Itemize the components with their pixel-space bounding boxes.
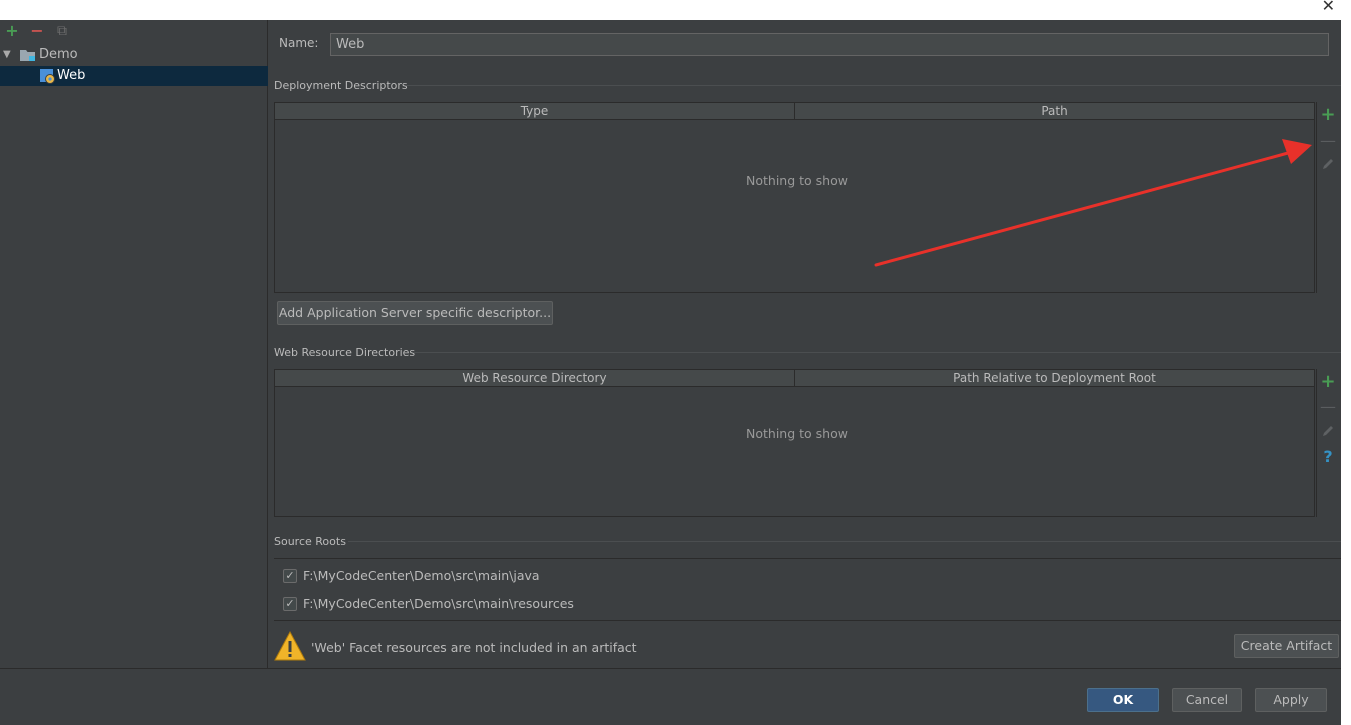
edit-descriptor-icon[interactable] bbox=[1320, 157, 1336, 173]
warning-icon bbox=[274, 630, 306, 665]
warning-text: 'Web' Facet resources are not included i… bbox=[311, 640, 637, 655]
footer-divider bbox=[0, 668, 1341, 669]
copy-icon[interactable]: ⧉ bbox=[54, 23, 70, 39]
section-divider bbox=[348, 541, 1341, 542]
help-icon[interactable]: ? bbox=[1320, 449, 1336, 465]
close-icon[interactable]: ✕ bbox=[1322, 0, 1335, 14]
add-server-descriptor-button[interactable]: Add Application Server specific descript… bbox=[277, 301, 553, 325]
create-artifact-button[interactable]: Create Artifact bbox=[1234, 634, 1339, 658]
tree-item-web[interactable]: Web bbox=[0, 66, 268, 86]
deployment-table-header: Type Path bbox=[275, 103, 1314, 120]
deployment-descriptors-table[interactable] bbox=[274, 102, 1315, 293]
source-root-checkbox[interactable]: ✓ bbox=[283, 597, 297, 611]
apply-button[interactable]: Apply bbox=[1255, 688, 1327, 712]
empty-state-text: Nothing to show bbox=[746, 173, 848, 188]
source-root-path: F:\MyCodeCenter\Demo\src\main\resources bbox=[303, 596, 574, 611]
column-path-relative[interactable]: Path Relative to Deployment Root bbox=[795, 370, 1314, 387]
add-descriptor-icon[interactable]: + bbox=[1320, 106, 1336, 124]
tree-item-label: Web bbox=[57, 68, 86, 83]
column-web-resource-directory[interactable]: Web Resource Directory bbox=[275, 370, 794, 387]
web-facet-icon bbox=[40, 69, 55, 91]
window-edge bbox=[1341, 20, 1351, 725]
source-roots-title: Source Roots bbox=[274, 535, 346, 548]
remove-descriptor-icon[interactable]: — bbox=[1320, 133, 1336, 149]
left-panel: + − ⧉ ▼ Demo Web bbox=[0, 20, 268, 668]
cancel-button[interactable]: Cancel bbox=[1172, 688, 1242, 712]
source-root-path: F:\MyCodeCenter\Demo\src\main\java bbox=[303, 568, 540, 583]
web-resource-table-header: Web Resource Directory Path Relative to … bbox=[275, 370, 1314, 387]
deployment-descriptors-title: Deployment Descriptors bbox=[274, 79, 408, 92]
tree-item-demo[interactable]: ▼ Demo bbox=[0, 45, 268, 65]
remove-icon[interactable]: − bbox=[29, 23, 45, 39]
ok-button[interactable]: OK bbox=[1087, 688, 1159, 712]
edit-web-resource-icon[interactable] bbox=[1320, 424, 1336, 440]
web-resource-directories-title: Web Resource Directories bbox=[274, 346, 416, 359]
web-resource-table[interactable] bbox=[274, 369, 1315, 517]
chevron-down-icon[interactable]: ▼ bbox=[3, 45, 11, 65]
add-icon[interactable]: + bbox=[4, 23, 20, 39]
section-divider bbox=[406, 85, 1341, 86]
name-input[interactable] bbox=[330, 33, 1329, 56]
remove-web-resource-icon[interactable]: — bbox=[1320, 399, 1336, 415]
name-label: Name: bbox=[279, 36, 319, 50]
empty-state-text: Nothing to show bbox=[746, 426, 848, 441]
column-type[interactable]: Type bbox=[275, 103, 794, 120]
window-title-bar bbox=[0, 0, 1351, 20]
source-root-checkbox[interactable]: ✓ bbox=[283, 569, 297, 583]
tree-item-label: Demo bbox=[39, 47, 78, 62]
section-divider bbox=[414, 352, 1341, 353]
add-web-resource-icon[interactable]: + bbox=[1320, 373, 1336, 391]
column-path[interactable]: Path bbox=[795, 103, 1314, 120]
